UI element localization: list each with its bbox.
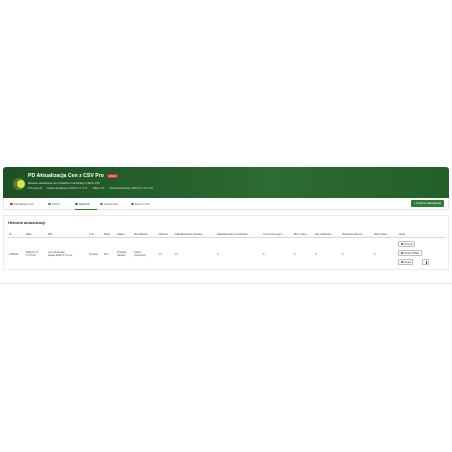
col-updated-products: Zaktualizowane produkty <box>175 232 203 236</box>
cell-date: 2025-07-17 17:17:00 <box>26 251 39 257</box>
col-file: Plik <box>48 232 53 236</box>
preview-button[interactable]: Przejrzyj <box>398 240 416 247</box>
cell-skipped-rows: 0 <box>342 252 344 256</box>
col-promo-prices: Ceny promocyjne <box>263 232 283 236</box>
repeat-button[interactable]: Ponów <box>398 258 414 265</box>
col-skipped-rows: Pominięte wiersze <box>342 232 363 236</box>
cell-range: Produkty bazowe <box>117 251 127 257</box>
tab-bar: Aktualizacja cen Klienci Historia Ustawi… <box>3 198 449 210</box>
tab-price-update[interactable]: Aktualizacja cen <box>10 202 34 206</box>
download-ids-button[interactable]: Pobierz ID/Wrt <box>398 249 422 256</box>
support-link[interactable]: Wsparcie <box>424 348 439 351</box>
page: Dokumentacja Wsparcie PD Aktualizacja Ce… <box>0 0 452 452</box>
help-icon <box>424 348 428 351</box>
history-panel: Historia aktualizacji ID Data Plik Tryb … <box>3 215 449 270</box>
tag-icon <box>10 202 13 206</box>
cell-rows: 23 <box>159 252 162 256</box>
info-icon <box>131 202 134 206</box>
history-title: Historia aktualizacji <box>8 220 46 225</box>
col-identifier: Identyfikator <box>134 232 148 236</box>
cell-updated-combinations: 0 <box>217 252 219 256</box>
col-range: Zakres <box>117 232 125 236</box>
cell-no-change: 0 <box>294 252 296 256</box>
cell-not-found: 0 <box>315 252 317 256</box>
col-stopped: Zatrzymane <box>374 232 388 236</box>
cell-id: 1098414 <box>9 252 19 256</box>
documentation-link[interactable]: Dokumentacja <box>397 348 418 351</box>
gear-icon <box>100 202 103 206</box>
footer-divider <box>0 283 452 284</box>
col-shop: Sklep <box>104 232 111 236</box>
header-links: Dokumentacja Wsparcie <box>397 348 439 351</box>
cell-shop: SKY <box>104 252 109 256</box>
module-logo-icon <box>13 178 25 190</box>
tab-csv-help[interactable]: Pomoc CSV <box>131 202 150 206</box>
cell-stopped: 0 <box>374 252 376 256</box>
module-meta: 5 Pre-pliuuuw · Ostatnia aktualizacja: 202… <box>28 188 153 190</box>
col-actions: Akcje <box>399 232 406 236</box>
delete-icon[interactable] <box>422 258 429 265</box>
col-mode: Tryb <box>89 232 94 236</box>
col-not-found: Nie znaleziono <box>315 232 332 236</box>
tab-history[interactable]: Historia <box>75 202 89 206</box>
eye-icon <box>400 242 403 245</box>
cell-updated-products: 23 <box>175 252 178 256</box>
clock-icon <box>75 202 78 206</box>
empty-top-area <box>0 0 452 165</box>
new-update-button[interactable]: + Uruchom aktualizację <box>410 200 444 208</box>
col-updated-combinations: Zaktualizowane kombinacje <box>217 232 248 236</box>
col-rows: Wiersze <box>159 232 169 236</box>
active-tab-indicator <box>75 208 97 210</box>
tab-clients[interactable]: Klienci <box>48 202 60 206</box>
search-icon <box>400 251 403 254</box>
tab-settings[interactable]: Ustawienia <box>100 202 118 206</box>
module-subtitle: Masowe aktualizacje cen produktów i komb… <box>28 181 100 185</box>
cell-identifier: Indeks (reference) <box>134 251 146 257</box>
col-id: ID <box>9 232 12 236</box>
book-icon <box>397 348 400 351</box>
user-icon <box>48 202 51 206</box>
version-badge: v2.0.0 <box>106 173 119 179</box>
cell-mode: Hurtowe <box>89 252 98 256</box>
cell-file: ceny-wholesale-aspekt-2025-07-17.csv <box>48 251 73 257</box>
col-date: Data <box>26 232 32 236</box>
col-no-change: Bez zmiany <box>294 232 307 236</box>
refresh-icon <box>400 260 403 263</box>
cell-promo-prices: 0 <box>263 252 265 256</box>
module-title: PD Aktualizacja Cen z CSV Pro v2.0.0 <box>28 173 119 179</box>
